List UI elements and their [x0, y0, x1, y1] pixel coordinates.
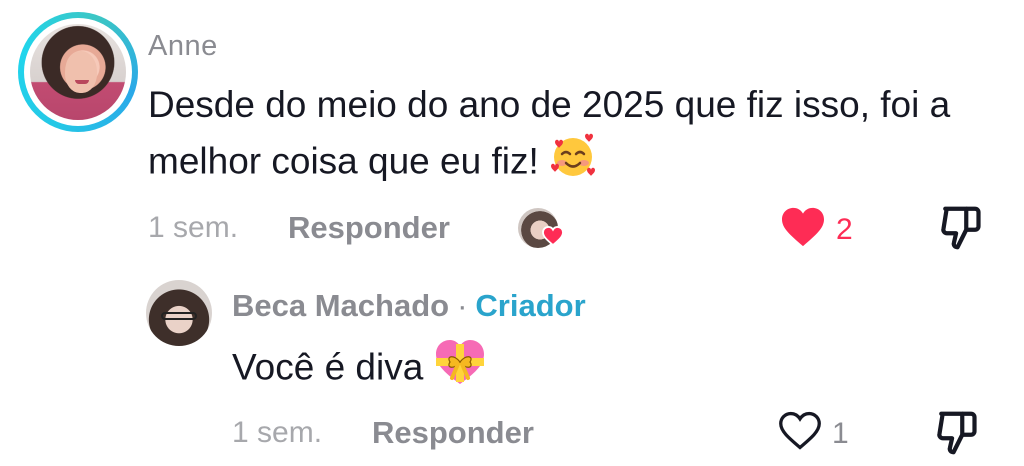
reply-like-count: 1 [832, 416, 849, 450]
dislike-icon[interactable] [940, 205, 982, 256]
reply-username-row: Beca Machado · Criador [232, 288, 586, 324]
reply-reply-button[interactable]: Responder [372, 415, 534, 451]
reply-button[interactable]: Responder [288, 210, 450, 246]
heart-icon [542, 225, 564, 251]
like-count: 2 [836, 212, 853, 246]
reply-item: Beca Machado · Criador Você é diva 1 sem. … [0, 270, 1024, 466]
creator-liked-indicator [518, 208, 566, 248]
comment-item: Anne Desde do meio do ano de 2025 que fi… [0, 0, 1024, 260]
separator-dot: · [457, 288, 468, 323]
heart-outline-icon [778, 410, 822, 457]
avatar-story-ring[interactable] [18, 12, 138, 132]
creator-badge: Criador [475, 288, 586, 323]
avatar[interactable] [30, 24, 126, 120]
reply-time: 1 sem. [232, 416, 323, 449]
reply-text-body: Você é diva [232, 346, 424, 388]
smiling-face-with-hearts-icon [549, 132, 597, 195]
reply-like-button[interactable]: 1 [778, 410, 849, 457]
reply-dislike-icon[interactable] [936, 410, 978, 461]
reply-avatar[interactable] [146, 280, 212, 346]
heart-filled-icon [780, 206, 826, 253]
comment-time: 1 sem. [148, 211, 239, 244]
heart-with-ribbon-icon [434, 338, 486, 401]
comment-username[interactable]: Anne [148, 30, 218, 63]
reply-username[interactable]: Beca Machado [232, 288, 449, 323]
like-button[interactable]: 2 [780, 206, 853, 253]
reply-text: Você é diva [232, 338, 486, 401]
comment-text: Desde do meio do ano de 2025 que fiz iss… [148, 78, 1008, 195]
